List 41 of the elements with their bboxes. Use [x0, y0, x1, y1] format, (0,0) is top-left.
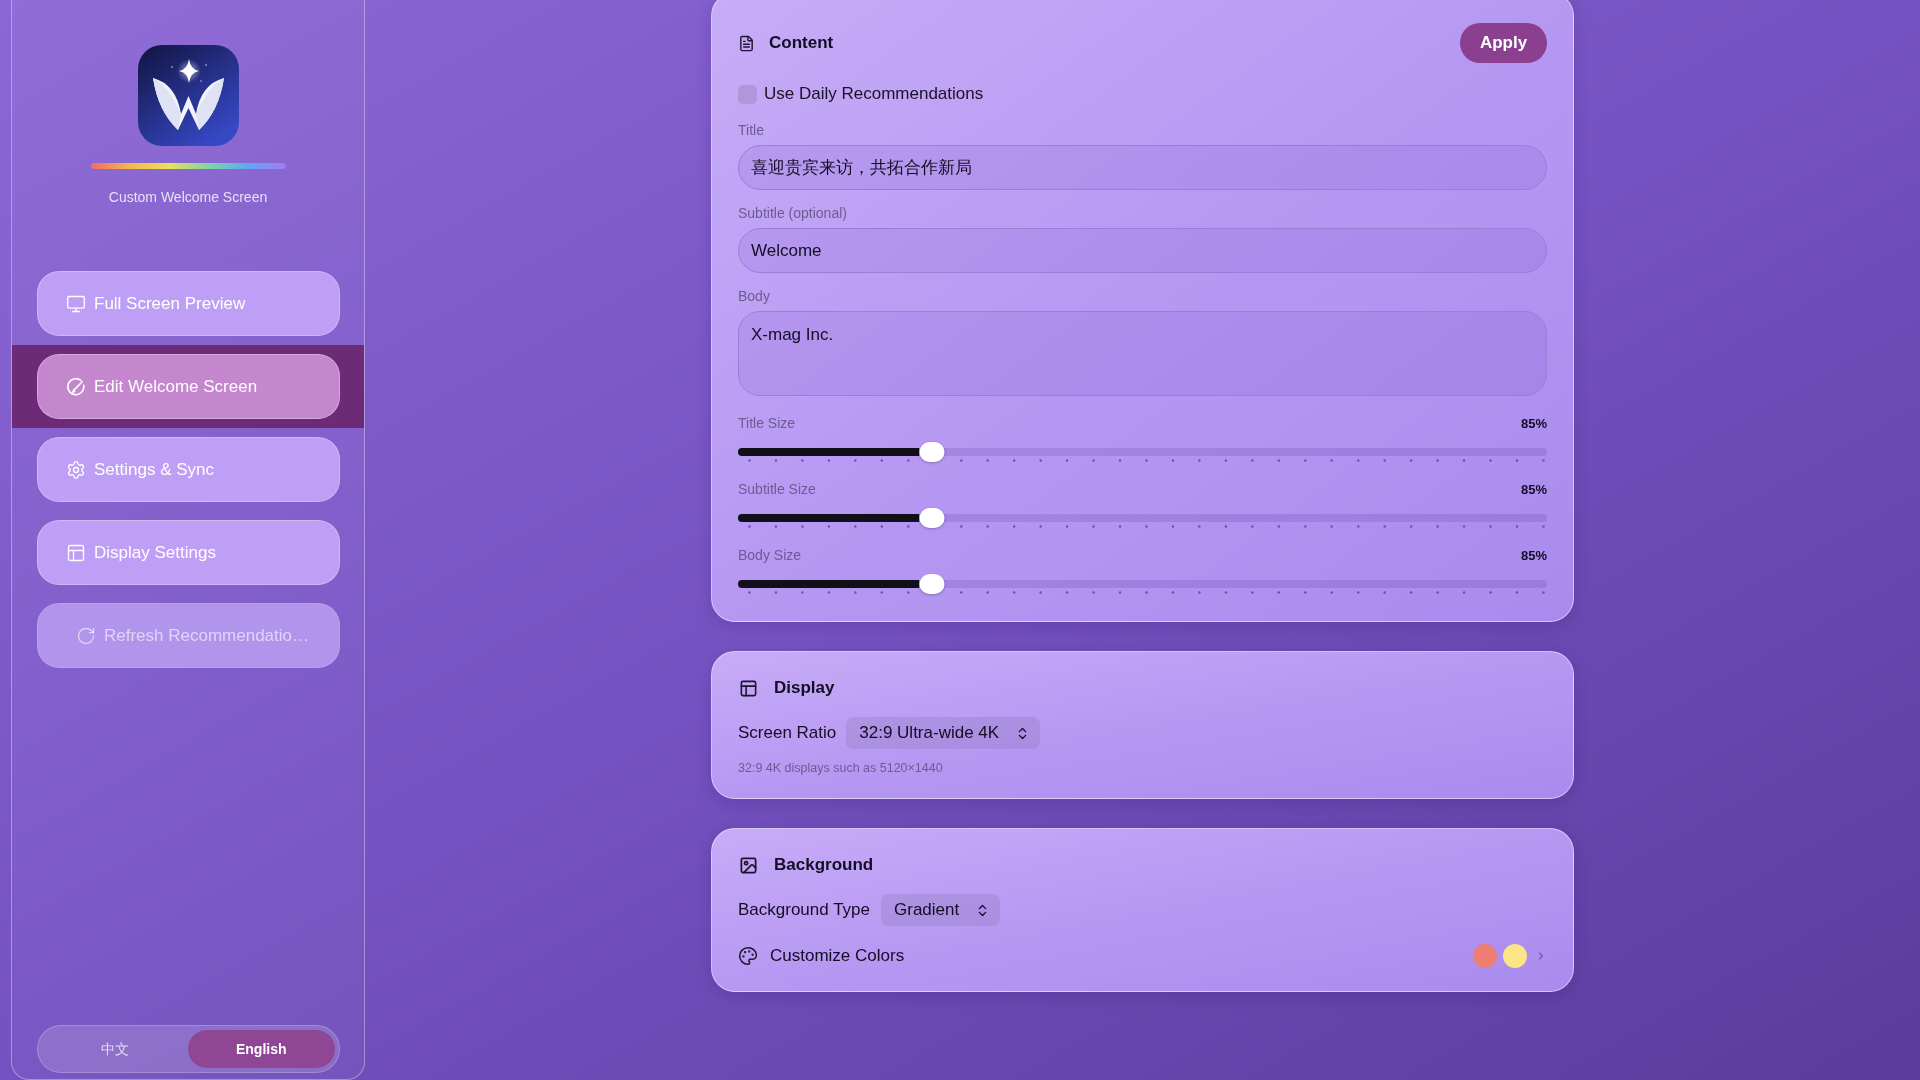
slider-value: 85% [1520, 480, 1547, 499]
setting-label: Background Type [738, 899, 870, 922]
monitor-icon [66, 293, 86, 314]
color-swatch-icon[interactable] [1503, 944, 1527, 968]
language-option[interactable]: 中文 [41, 1030, 188, 1068]
pencil-circle-icon [66, 376, 86, 397]
slider-label: Subtitle Size [738, 480, 816, 499]
app-caption: Custom Welcome Screen [108, 189, 268, 206]
slider-value: 85% [1520, 546, 1547, 565]
color-swatch-icon[interactable] [1473, 944, 1497, 968]
refresh-icon [76, 625, 96, 646]
hint-text: 32:9 4K displays such as 5120×1440 [738, 761, 944, 776]
layout-panel-icon [66, 542, 86, 563]
field-label: Subtitle (optional) [738, 205, 848, 222]
layout-panel-icon [738, 678, 759, 698]
setting-label: Screen Ratio [738, 722, 837, 745]
language-option[interactable]: English [188, 1030, 335, 1068]
background-type-select[interactable]: Gradient [881, 894, 1001, 926]
gear-icon [66, 459, 86, 480]
slider-label: Title Size [738, 414, 796, 433]
slider-thumb[interactable] [919, 442, 945, 462]
card-title: Background [774, 854, 874, 877]
checkbox-label: Use Daily Recommendations [764, 83, 984, 106]
input-field[interactable]: Welcome [738, 228, 1547, 273]
checkbox[interactable] [738, 84, 757, 104]
setting-label: Customize Colors [770, 945, 905, 968]
screen-ratio-select[interactable]: 32:9 Ultra-wide 4K [846, 717, 1041, 749]
slider-thumb[interactable] [919, 574, 945, 594]
slider-label: Body Size [738, 546, 802, 565]
document-icon [738, 33, 755, 53]
image-icon [738, 855, 759, 875]
card-title: Content [769, 32, 834, 55]
slider-thumb[interactable] [919, 508, 945, 528]
textarea-field[interactable]: X-mag Inc. [738, 311, 1547, 396]
card-title: Display [774, 677, 835, 700]
slider-value: 85% [1520, 414, 1547, 433]
input-field[interactable]: 喜迎贵宾来访，共拓合作新局 [738, 145, 1547, 190]
field-label: Body [738, 288, 771, 305]
field-label: Title [738, 122, 765, 139]
apply-button[interactable]: Apply [1460, 23, 1547, 63]
palette-icon [738, 946, 758, 966]
